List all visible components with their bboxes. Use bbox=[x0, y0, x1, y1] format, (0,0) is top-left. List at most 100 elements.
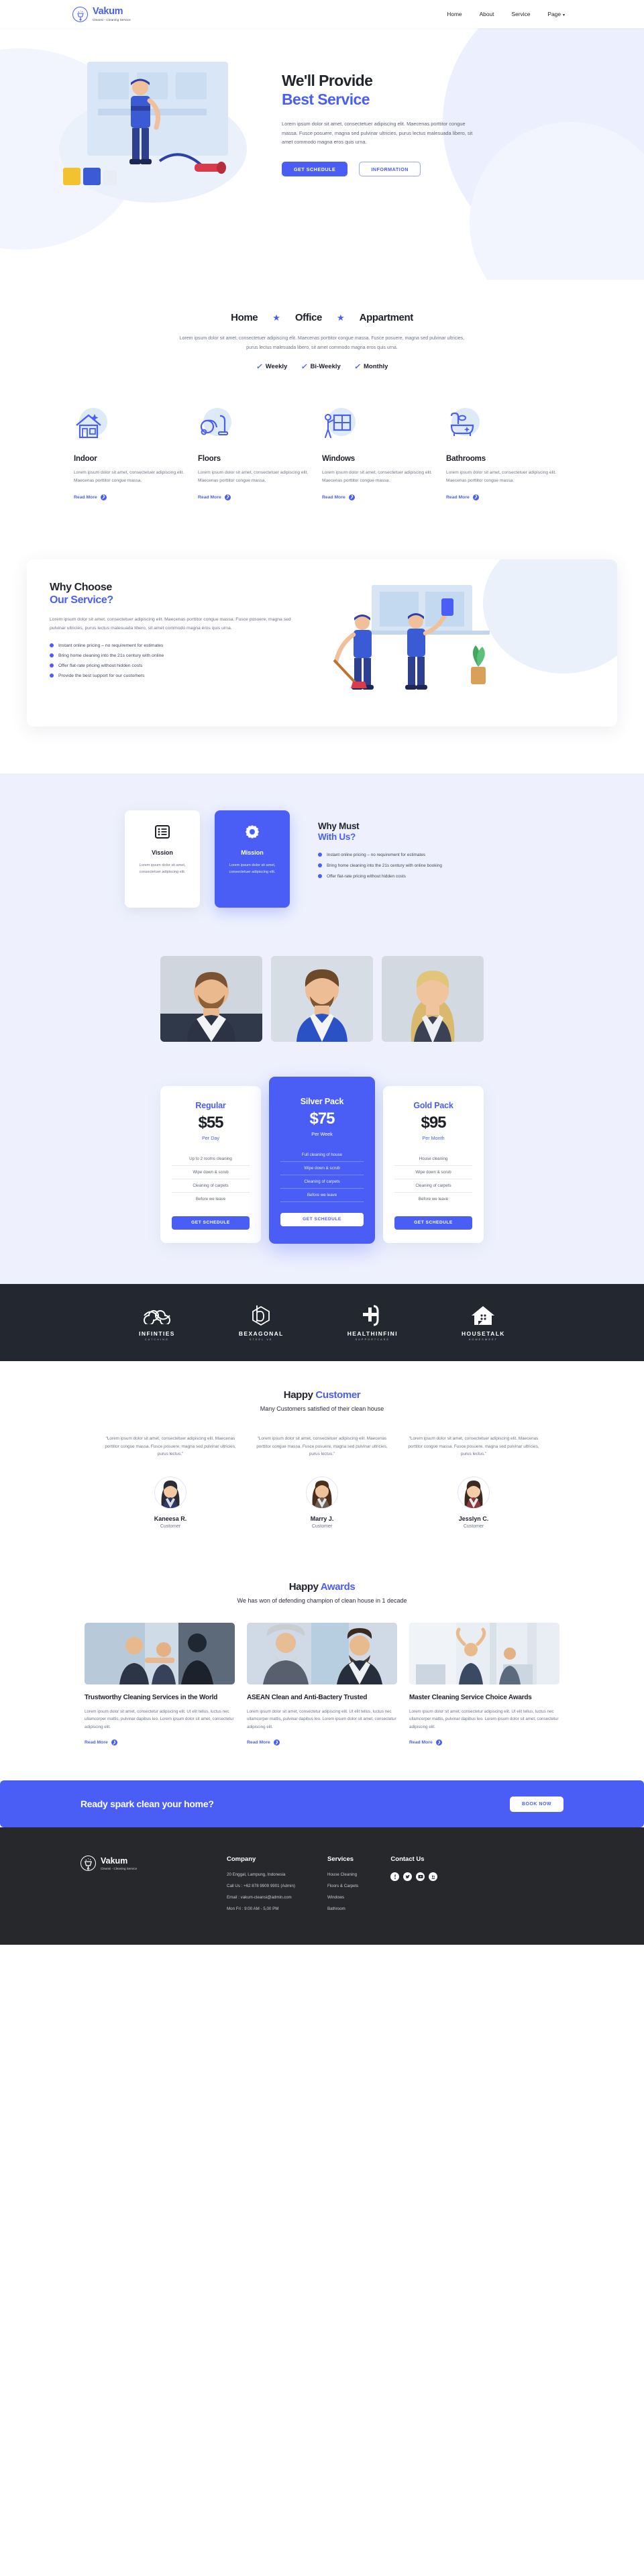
why-choose-illustration bbox=[291, 581, 594, 705]
brand-logo[interactable]: Vakum Cleansi - Cleaning Service bbox=[72, 6, 131, 22]
categories-section: Home ★ Office ★ Appartment Lorem ipsum d… bbox=[0, 280, 644, 372]
twitter-icon[interactable] bbox=[403, 1872, 413, 1882]
plan-schedule-button[interactable]: GET SCHEDULE bbox=[394, 1216, 472, 1230]
nav-about[interactable]: About bbox=[480, 11, 494, 17]
hero-copy: We'll Provide Best Service Lorem ipsum d… bbox=[282, 55, 476, 229]
footer-company-phone: Call Us : +62 878 9909 9901 (Admin) bbox=[227, 1884, 295, 1889]
vacuum-sparkle-icon bbox=[80, 1856, 96, 1872]
read-more-link[interactable]: Read More ❯ bbox=[85, 1739, 117, 1746]
awards-subtitle: We has won of defending champion of clea… bbox=[237, 1597, 407, 1604]
services-section: Indoor Lorem ipsum dolor sit amet, conse… bbox=[0, 371, 644, 542]
plan-features: Up to 2 rooms cleaning Wipe down & scrub… bbox=[172, 1152, 250, 1205]
read-more-link[interactable]: Read More ❯ bbox=[74, 494, 107, 500]
hero-section: We'll Provide Best Service Lorem ipsum d… bbox=[0, 28, 644, 280]
read-more-link[interactable]: Read More ❯ bbox=[198, 494, 231, 500]
why-must-title: Why Must With Us? bbox=[318, 821, 519, 843]
facebook-icon[interactable]: f bbox=[390, 1872, 400, 1882]
plan-period: Per Day bbox=[202, 1134, 219, 1141]
service-text: Lorem ipsum dolor sit amet, consectetuer… bbox=[74, 470, 184, 484]
footer-contact-heading: Contact Us bbox=[390, 1856, 425, 1864]
linkedin-icon[interactable]: in bbox=[429, 1872, 438, 1882]
arrow-right-icon: ❯ bbox=[100, 494, 107, 500]
awards-section: Happy Awards We has won of defending cha… bbox=[0, 1560, 644, 1781]
hero-title-line1: We'll Provide bbox=[282, 72, 373, 89]
award-text: Lorem ipsum dolor sit amet, consectetur … bbox=[409, 1709, 559, 1729]
brand-text: Vakum Cleansi - Cleaning Service bbox=[93, 7, 131, 21]
why-choose-bullets: Instant online pricing – no requirement … bbox=[50, 643, 291, 678]
testimonial-quote: “Lorem ipsum dolor sit amet, consectetue… bbox=[105, 1436, 236, 1457]
footer-service-link[interactable]: Windows bbox=[327, 1895, 358, 1900]
mission-text: Lorem ipsum dolor sit amet, consectetuer… bbox=[229, 863, 276, 874]
frequency-biweekly[interactable]: ✓ Bi-Weekly bbox=[301, 362, 340, 371]
get-schedule-button[interactable]: GET SCHEDULE bbox=[282, 162, 348, 177]
read-more-label: Read More bbox=[446, 494, 470, 500]
read-more-link[interactable]: Read More ❯ bbox=[322, 494, 355, 500]
awards-list: Trustworthy Cleaning Services in the Wor… bbox=[0, 1622, 644, 1748]
nav-page[interactable]: Page ▾ bbox=[547, 11, 565, 17]
service-text: Lorem ipsum dolor sit amet, consectetuer… bbox=[446, 470, 557, 484]
footer-service-link[interactable]: Floors & Carpets bbox=[327, 1884, 358, 1888]
testimonials-title: Happy Customer bbox=[0, 1389, 644, 1401]
plan-schedule-button[interactable]: GET SCHEDULE bbox=[280, 1212, 364, 1226]
footer-company-heading: Company bbox=[227, 1856, 256, 1864]
footer-company-address: 20 Enggal, Lampung, Indonesia bbox=[227, 1872, 286, 1878]
avatar-woman-brown-hair bbox=[306, 1476, 338, 1509]
arrow-right-icon: ❯ bbox=[111, 1739, 117, 1746]
plan-period: Per Month bbox=[422, 1134, 445, 1141]
read-more-label: Read More bbox=[247, 1740, 270, 1746]
information-button[interactable]: INFORMATION bbox=[359, 162, 421, 177]
plan-feature: Cleaning of carpets bbox=[280, 1175, 364, 1189]
vision-card: Vission Lorem ipsum dolor sit amet, cons… bbox=[125, 810, 200, 908]
plan-feature: Before we leave bbox=[280, 1189, 364, 1202]
pricing-plan-regular: Regular $55 Per Day Up to 2 rooms cleani… bbox=[160, 1085, 261, 1243]
plan-period: Per Week bbox=[311, 1130, 333, 1137]
plan-schedule-button[interactable]: GET SCHEDULE bbox=[172, 1216, 250, 1230]
client-logo-sub: HOMESWEET bbox=[468, 1338, 498, 1341]
list-item: Bring home cleaning into the 21s century… bbox=[50, 653, 291, 658]
client-logo-healthinfini: HEALTHINFINI SUPPORTCARE bbox=[347, 1304, 398, 1341]
plan-name: Gold Pack bbox=[413, 1100, 453, 1110]
vision-mission-section: Vission Lorem ipsum dolor sit amet, cons… bbox=[0, 773, 644, 948]
plan-name: Silver Pack bbox=[300, 1096, 344, 1106]
house-chat-icon bbox=[462, 1304, 505, 1327]
frequency-list: ✓ Weekly ✓ Bi-Weekly ✓ Monthly bbox=[0, 362, 644, 371]
footer-service-link[interactable]: House Cleaning bbox=[327, 1872, 358, 1877]
pricing-plan-gold: Gold Pack $95 Per Month House cleaning W… bbox=[383, 1085, 484, 1243]
arrow-right-icon: ❯ bbox=[348, 494, 355, 500]
award-text: Lorem ipsum dolor sit amet, consectetur … bbox=[247, 1709, 396, 1729]
footer-service-link[interactable]: Bathroom bbox=[327, 1907, 358, 1911]
list-item: Offer flat-rate pricing without hidden c… bbox=[50, 663, 291, 668]
read-more-link[interactable]: Read More ❯ bbox=[446, 494, 479, 500]
read-more-link[interactable]: Read More ❯ bbox=[247, 1739, 280, 1746]
read-more-link[interactable]: Read More ❯ bbox=[409, 1739, 442, 1746]
category-office[interactable]: Office bbox=[295, 312, 323, 323]
bullet-text: Provide the best support for our custome… bbox=[58, 673, 145, 678]
team-photo-man-blue-jacket bbox=[271, 955, 373, 1042]
testimonials-subtitle: Many Customers satisfied of their clean … bbox=[260, 1405, 384, 1412]
nav-service[interactable]: Service bbox=[511, 11, 530, 17]
bullet-dot-icon bbox=[50, 663, 54, 667]
service-card-floors: Floors Lorem ipsum dolor sit amet, conse… bbox=[198, 408, 322, 501]
check-icon: ✓ bbox=[354, 363, 361, 372]
category-appartment[interactable]: Appartment bbox=[360, 312, 414, 323]
youtube-icon[interactable] bbox=[416, 1872, 425, 1882]
client-logo-housetalk: HOUSETALK HOMESWEET bbox=[462, 1304, 505, 1341]
frequency-weekly[interactable]: ✓ Weekly bbox=[256, 362, 288, 371]
service-title: Floors bbox=[198, 455, 221, 464]
footer-services-column: Services House Cleaning Floors & Carpets… bbox=[327, 1856, 358, 1918]
hero-illustration bbox=[54, 55, 255, 229]
testimonial-name: Kaneesa R. bbox=[154, 1515, 187, 1522]
avatar-woman-smiling bbox=[458, 1476, 490, 1509]
frequency-monthly[interactable]: ✓ Monthly bbox=[354, 362, 388, 371]
medical-cross-icon bbox=[347, 1304, 398, 1327]
why-choose-title-line1: Why Choose bbox=[50, 581, 112, 593]
list-item: Provide the best support for our custome… bbox=[50, 674, 291, 678]
footer-brand-name: Vakum bbox=[101, 1856, 128, 1866]
client-logo-sub: SUPPORTCARE bbox=[355, 1338, 390, 1341]
why-choose-card: Why Choose Our Service? Lorem ipsum dolo… bbox=[27, 559, 617, 727]
book-now-button[interactable]: BOOK NOW bbox=[509, 1796, 564, 1812]
footer-contact-column: Contact Us f in bbox=[390, 1856, 438, 1918]
category-home[interactable]: Home bbox=[231, 312, 258, 323]
why-must-block: Why Must With Us? Instant online pricing… bbox=[318, 810, 519, 908]
nav-home[interactable]: Home bbox=[447, 11, 462, 17]
